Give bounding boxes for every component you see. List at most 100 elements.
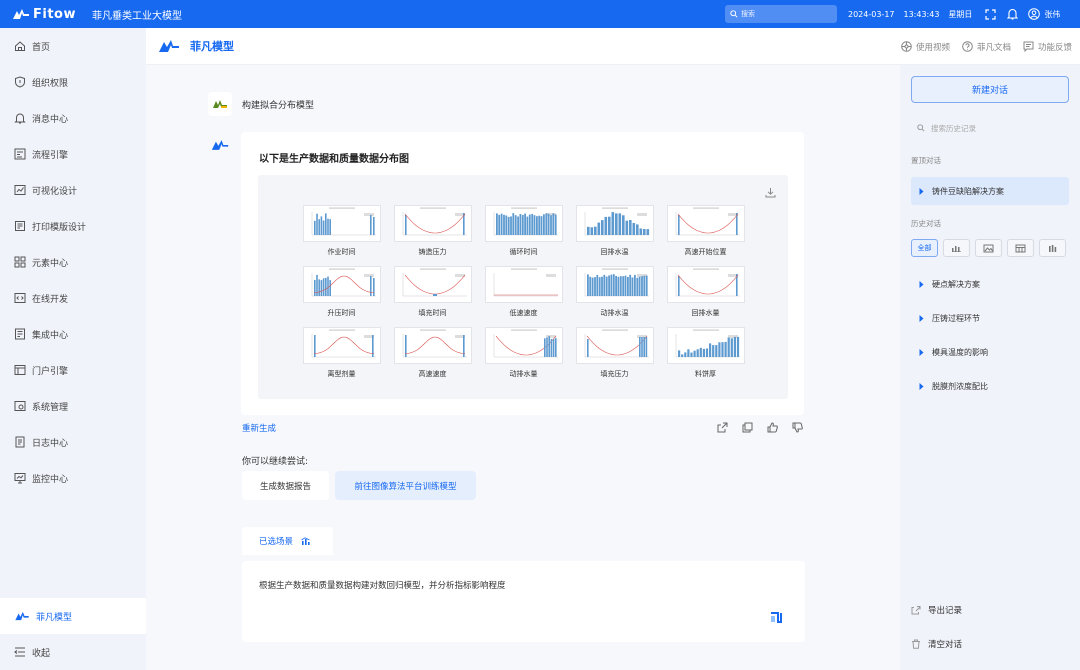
- history-item[interactable]: 模具温度的影响: [911, 342, 1069, 362]
- table-icon: [1015, 244, 1026, 252]
- help-icon: [962, 41, 973, 52]
- nav-item-home[interactable]: 首页: [0, 28, 146, 64]
- history-item-label: 脱膜剂浓度配比: [932, 381, 988, 391]
- nav-item-fitow-model[interactable]: 菲凡模型: [0, 598, 146, 634]
- docs-link-label: 菲凡文档: [976, 42, 1011, 53]
- distribution-chart-grid: 作业时间 铸造压力 循环时间 回排水温 高速开始位置升压时间 填充时间 低速速度 动排水温 回排…: [296, 205, 751, 385]
- distribution-chart[interactable]: 作业时间: [296, 205, 387, 263]
- distribution-chart[interactable]: 离型剂量: [296, 327, 387, 385]
- nav-item-bell[interactable]: 消息中心: [0, 100, 146, 136]
- thumbs-up-icon[interactable]: [767, 422, 779, 434]
- history-filters: 全部: [911, 239, 1071, 257]
- clear-chat-button[interactable]: 清空对话: [911, 638, 962, 650]
- user-menu[interactable]: 张伟: [1028, 8, 1069, 20]
- distribution-chart[interactable]: 回排水温: [569, 205, 660, 263]
- pinned-chat-item[interactable]: 铸件豆缺陷解决方案: [911, 177, 1069, 205]
- ai-response-title: 以下是生产数据和质量数据分布图: [259, 154, 409, 165]
- nav-label: 可视化设计: [32, 186, 78, 197]
- distribution-chart[interactable]: 动排水温: [569, 266, 660, 324]
- copy-icon[interactable]: [742, 422, 754, 434]
- new-chat-button[interactable]: 新建对话: [911, 76, 1069, 103]
- chart-thumbnail: [575, 327, 654, 364]
- distribution-chart[interactable]: 高速速度: [387, 327, 478, 385]
- chart-thumbnail: [575, 266, 654, 303]
- nav-item-integration[interactable]: 集成中心: [0, 316, 146, 352]
- collapse-button[interactable]: 收起: [0, 634, 146, 670]
- nav-label: 流程引擎: [32, 150, 69, 161]
- chat-input-box[interactable]: 根据生产数据和质量数据构建对数回归模型，并分析指标影响程度: [242, 561, 805, 642]
- distribution-chart[interactable]: 填充时间: [387, 266, 478, 324]
- send-icon[interactable]: [769, 610, 783, 624]
- nav-item-chart[interactable]: 可视化设计: [0, 172, 146, 208]
- history-item-label: 模具温度的影响: [932, 347, 988, 357]
- chart-icon: [952, 246, 961, 252]
- distribution-chart[interactable]: 填充压力: [569, 327, 660, 385]
- chart-thumbnail: [393, 205, 472, 242]
- nav-item-settings[interactable]: 系统管理: [0, 388, 146, 424]
- history-item[interactable]: 脱膜剂浓度配比: [911, 376, 1069, 396]
- filter-table[interactable]: [1007, 239, 1034, 257]
- nav-item-grid[interactable]: 元素中心: [0, 244, 146, 280]
- distribution-chart[interactable]: 动排水量: [478, 327, 569, 385]
- top-right-area: 2024-03-17 13:43:43 星期日 张伟: [848, 0, 1069, 28]
- regenerate-button[interactable]: 重新生成: [242, 422, 276, 434]
- global-search-input[interactable]: 搜索: [725, 5, 837, 23]
- distribution-chart[interactable]: 回排水量: [660, 266, 751, 324]
- feedback-link-label: 功能反馈: [1037, 42, 1072, 53]
- nav-item-flow[interactable]: 流程引擎: [0, 136, 146, 172]
- distribution-chart[interactable]: 升压时间: [296, 266, 387, 324]
- menu-collapse-icon: [14, 647, 25, 657]
- scene-tab-label: 已选场景: [259, 537, 294, 547]
- docs-link[interactable]: 菲凡文档: [962, 41, 1011, 53]
- filter-all[interactable]: 全部: [911, 239, 938, 257]
- nav-item-monitor[interactable]: 监控中心: [0, 460, 146, 496]
- bar-chart-icon: [301, 537, 310, 545]
- distribution-chart[interactable]: 低速速度: [478, 266, 569, 324]
- nav-label: 集成中心: [32, 330, 69, 341]
- nav-label: 元素中心: [32, 258, 69, 269]
- history-item[interactable]: 压铸过程环节: [911, 308, 1069, 328]
- export-icon: [911, 606, 921, 615]
- share-icon[interactable]: [717, 422, 729, 434]
- video-link[interactable]: 使用视频: [901, 41, 950, 53]
- distribution-chart[interactable]: 循环时间: [478, 205, 569, 263]
- distribution-chart[interactable]: 高速开始位置: [660, 205, 751, 263]
- ai-logo-icon: [211, 140, 229, 150]
- search-icon: [917, 124, 925, 132]
- feedback-link[interactable]: 功能反馈: [1023, 41, 1072, 53]
- nav-item-code[interactable]: 在线开发: [0, 280, 146, 316]
- nav-item-portal[interactable]: 门户引擎: [0, 352, 146, 388]
- distribution-chart[interactable]: 铸造压力: [387, 205, 478, 263]
- history-search-input[interactable]: 搜索历史记录: [911, 117, 1069, 139]
- chart-thumbnail: [666, 266, 745, 303]
- chart-label: 高速开始位置: [684, 248, 727, 256]
- page-title: 菲凡模型: [190, 40, 234, 53]
- filter-image[interactable]: [975, 239, 1002, 257]
- chevron-right-icon: [919, 348, 924, 356]
- chart-thumbnail: [666, 205, 745, 242]
- export-records-button[interactable]: 导出记录: [911, 604, 962, 616]
- suggestion-train-model[interactable]: 前往图像算法平台训练模型: [335, 471, 476, 500]
- app-title: 菲凡垂类工业大模型: [92, 10, 182, 22]
- grid-icon: [14, 256, 26, 268]
- filter-data[interactable]: [1039, 239, 1066, 257]
- filter-chart[interactable]: [943, 239, 970, 257]
- download-icon[interactable]: [765, 187, 776, 198]
- app-logo[interactable]: Fitow: [12, 7, 82, 22]
- weekday-text: 星期日: [948, 9, 973, 19]
- fullscreen-icon[interactable]: [984, 8, 997, 21]
- history-item[interactable]: 硬点解决方案: [911, 274, 1069, 294]
- integration-icon: [15, 328, 25, 340]
- suggestion-generate-report[interactable]: 生成数据报告: [242, 471, 329, 500]
- nav-item-shield[interactable]: 组织权限: [0, 64, 146, 100]
- history-item-label: 硬点解决方案: [932, 279, 980, 289]
- chat-input-text: 根据生产数据和质量数据构建对数回归模型，并分析指标影响程度: [259, 581, 506, 591]
- bell-icon[interactable]: [1006, 8, 1019, 21]
- nav-item-printer[interactable]: 打印模版设计: [0, 208, 146, 244]
- nav-item-log[interactable]: 日志中心: [0, 424, 146, 460]
- fitow-logo-icon: [13, 9, 29, 19]
- selected-scene-tab[interactable]: 已选场景: [242, 527, 333, 555]
- thumbs-down-icon[interactable]: [792, 422, 804, 434]
- chart-label: 回排水量: [691, 309, 720, 317]
- distribution-chart[interactable]: 料饼厚: [660, 327, 751, 385]
